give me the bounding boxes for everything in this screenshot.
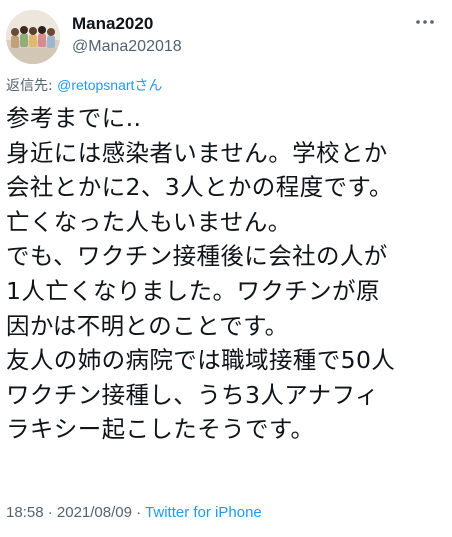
group-photo-avatar-icon	[6, 10, 60, 64]
meta-separator: ·	[43, 504, 57, 521]
tweet-text-line: 参考までに‥	[6, 104, 142, 132]
tweet-text-line: 会社とかに2、3人とかの程度です。	[6, 173, 393, 202]
tweet-header: Mana2020 @Mana202018	[6, 10, 446, 66]
tweet-text-line: 友人の姉の病院では職域接種で50人	[6, 346, 396, 375]
user-handle[interactable]: @Mana202018	[72, 36, 182, 58]
tweet-text-line: 因かは不明とのことです。	[6, 311, 289, 340]
tweet-text-line: 身近には感染者いません。学校とか	[6, 138, 388, 167]
tweet-text-line: でも、ワクチン接種後に会社の人が	[6, 242, 388, 271]
reply-to: 返信先: @retopsnartさん	[6, 75, 162, 96]
tweet-text-line: 1人亡くなりました。ワクチンが原	[6, 276, 380, 305]
display-name[interactable]: Mana2020	[72, 14, 182, 34]
tweet-text-line: 亡くなった人もいません。	[6, 207, 292, 236]
user-info: Mana2020 @Mana202018	[72, 14, 182, 58]
meta-separator: ·	[131, 504, 146, 521]
tweet: Mana2020 @Mana202018 返信先: @retopsnartさん …	[0, 0, 452, 537]
more-dots-icon	[416, 20, 434, 24]
more-options-button[interactable]	[410, 12, 440, 32]
tweet-text: 参考までに‥ 身近には感染者いません。学校とか 会社とかに2、3人とかの程度です…	[6, 101, 450, 447]
reply-to-prefix: 返信先:	[6, 78, 58, 94]
tweet-source-link[interactable]: Twitter for iPhone	[145, 504, 262, 521]
avatar[interactable]	[6, 10, 60, 64]
tweet-time[interactable]: 18:58	[6, 504, 44, 521]
tweet-text-line: ラキシー起こしたそうです。	[6, 415, 315, 444]
tweet-text-line: ワクチン接種し、うち3人アナフィ	[6, 380, 379, 409]
tweet-meta: 18:58 · 2021/08/09 · Twitter for iPhone	[6, 503, 262, 523]
tweet-date[interactable]: 2021/08/09	[57, 504, 132, 521]
reply-mention-link[interactable]: @retopsnartさん	[57, 77, 162, 93]
